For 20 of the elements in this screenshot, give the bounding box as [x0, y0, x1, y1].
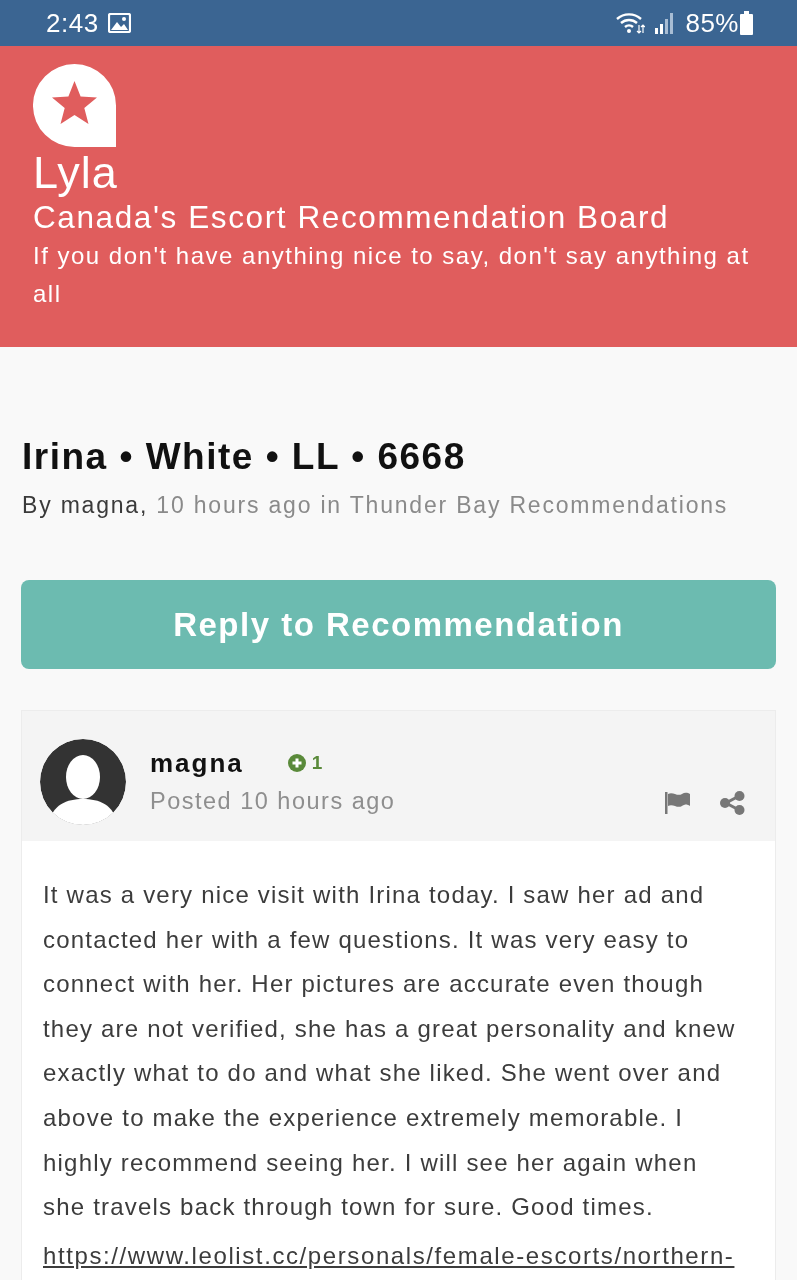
reputation-count: 1 — [311, 752, 323, 774]
image-icon — [107, 13, 131, 33]
battery-icon — [740, 11, 753, 35]
site-tagline: If you don't have anything nice to say, don't say anything at all — [33, 241, 751, 309]
topic-meta: By magna, 10 hours ago in Thunder Bay Recommendations — [22, 491, 730, 520]
topic-title: Irina • White • LL • 6668 — [22, 435, 467, 479]
plus-circle-icon — [287, 754, 306, 772]
share-icon[interactable] — [720, 791, 745, 815]
post-body: It was a very nice visit with Irina today. I saw her ad and contacted her with a few questions. It was very easy to connect with her. Her pictures are accurate even though they are not verified, she has a great personality and knew exactly what to do and what she liked. She went over and above to make the experience extremely memorable. I highly recommend seeing her. I will see her again when she travels back through town for sure. Good times. — [43, 880, 737, 1223]
site-subtitle: Canada's Escort Recommendation Board — [33, 198, 671, 237]
clock-time: 2:43 — [46, 8, 99, 38]
post-time: Posted 10 hours ago — [150, 787, 397, 816]
avatar-silhouette-icon[interactable] — [40, 739, 126, 825]
post-link[interactable]: https://www.leolist.cc/personals/female-escorts/northern- — [43, 1241, 753, 1270]
site-name[interactable]: Lyla — [33, 149, 767, 197]
battery-percent: 85% — [685, 8, 739, 38]
flag-icon[interactable] — [665, 792, 690, 814]
wifi-icon — [615, 11, 646, 35]
star-bubble-logo-icon[interactable] — [33, 64, 116, 147]
post-author[interactable]: magna — [150, 746, 244, 780]
